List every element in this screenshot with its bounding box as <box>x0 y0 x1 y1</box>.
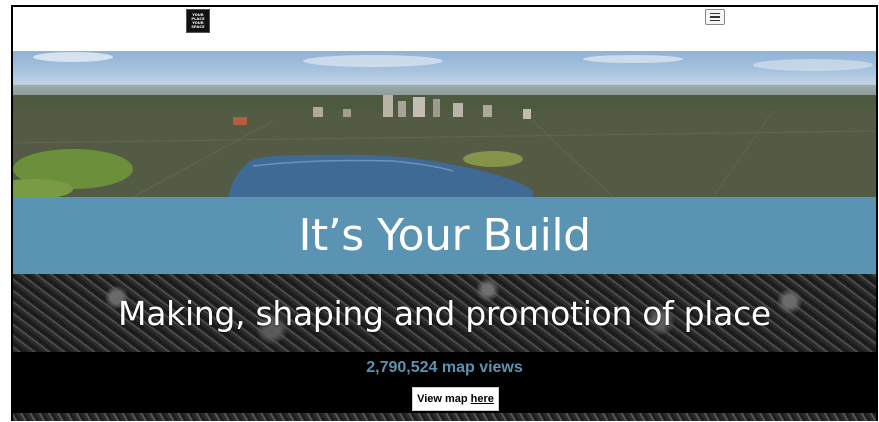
stats-band: 2,790,524 map views View map here <box>13 352 876 413</box>
bottom-texture-strip <box>13 413 876 421</box>
map-views-count: 2,790,524 map views <box>366 359 523 376</box>
cityscape-illustration <box>13 52 876 197</box>
site-header: YOUR PLACE YOUR SPACE <box>13 7 876 51</box>
page-frame: YOUR PLACE YOUR SPACE It’s Your Build Ma… <box>11 5 878 421</box>
subtitle-band: Making, shaping and promotion of place <box>13 274 876 352</box>
view-map-link[interactable]: here <box>471 393 494 405</box>
logo-line-4: SPACE <box>191 25 205 29</box>
title-band: It’s Your Build <box>13 197 876 274</box>
hamburger-menu-icon <box>710 12 720 22</box>
page-title: It’s Your Build <box>298 210 592 261</box>
site-logo[interactable]: YOUR PLACE YOUR SPACE <box>186 9 210 33</box>
view-map-box: View map here <box>412 387 499 411</box>
hero-cityscape-image <box>13 51 876 197</box>
hamburger-menu-button[interactable] <box>705 9 725 25</box>
view-map-label: View map <box>417 393 468 405</box>
page-subtitle: Making, shaping and promotion of place <box>118 293 771 333</box>
